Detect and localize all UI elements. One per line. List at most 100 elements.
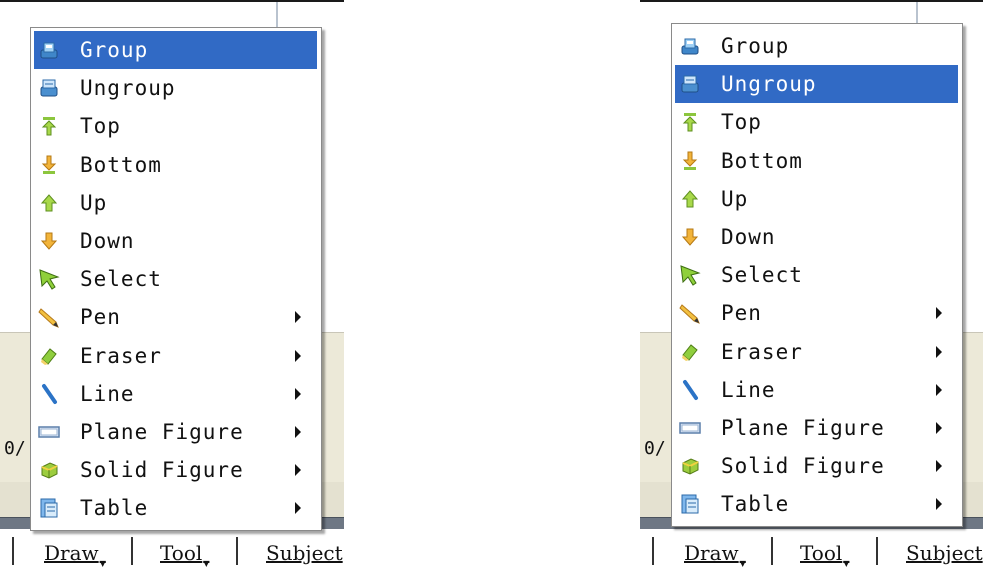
solid-figure-icon — [38, 459, 60, 481]
menu-item-label: Down — [80, 229, 135, 254]
bottom-icon — [679, 150, 701, 172]
menu-item-label: Solid Figure — [721, 454, 885, 479]
panel-left: 0/Draw▼ Tool▼ Subject Group Ungroup Top Bottom… — [0, 0, 344, 574]
menu-item-line[interactable]: Line — [34, 375, 317, 413]
menu-item-pen[interactable]: Pen — [34, 298, 317, 336]
menu-item-label: Up — [80, 190, 108, 215]
menubar-draw-label: Draw — [44, 541, 99, 565]
menu-item-label: Plane Figure — [80, 419, 244, 444]
top-icon — [679, 111, 701, 133]
group-icon — [38, 39, 60, 61]
menu-item-plane-figure[interactable]: Plane Figure — [675, 409, 958, 447]
pen-icon — [38, 306, 60, 329]
menu-item-plane-figure[interactable]: Plane Figure — [34, 413, 317, 451]
menu-item-label: Top — [721, 110, 762, 135]
submenu-arrow-icon — [295, 425, 301, 438]
menu-item-pen[interactable]: Pen — [675, 294, 958, 332]
menu-item-up[interactable]: Up — [34, 184, 317, 222]
menu-item-group[interactable]: Group — [34, 31, 317, 70]
menu-item-label: Pen — [721, 301, 762, 326]
menu-item-select[interactable]: Select — [675, 256, 958, 294]
down-icon — [38, 230, 60, 252]
menu-item-label: Bottom — [80, 152, 162, 177]
menu-item-group[interactable]: Group — [675, 27, 958, 65]
submenu-arrow-icon — [936, 421, 942, 434]
pen-icon — [679, 302, 701, 325]
menu-item-label: Pen — [80, 305, 121, 330]
bottom-icon — [38, 154, 60, 176]
menu-item-table[interactable]: Table — [34, 489, 317, 527]
menu-item-ungroup[interactable]: Ungroup — [675, 65, 958, 104]
menu-item-label: Solid Figure — [80, 458, 244, 483]
line-icon — [679, 379, 701, 401]
partial-text: 0/ — [4, 438, 26, 459]
dropdown-caret-icon: ▼ — [203, 559, 210, 568]
down-icon — [679, 226, 701, 248]
menubar-tool-label: Tool — [800, 541, 843, 565]
table-icon — [679, 493, 701, 515]
menu-item-label: Line — [721, 377, 776, 402]
menubar-draw[interactable]: Draw▼ — [684, 541, 746, 568]
menu-item-bottom[interactable]: Bottom — [34, 146, 317, 184]
menubar-subject-label: Subject — [906, 541, 983, 565]
submenu-arrow-icon — [936, 345, 942, 358]
menu-item-down[interactable]: Down — [34, 222, 317, 260]
menu-item-top[interactable]: Top — [34, 107, 317, 145]
draw-dropdown-menu: Group Ungroup Top Bottom Up Down Select Pen Eras… — [671, 23, 963, 528]
submenu-arrow-icon — [295, 387, 301, 400]
menu-item-label: Down — [721, 225, 776, 250]
menubar-draw[interactable]: Draw▼ — [44, 541, 106, 568]
menu-item-table[interactable]: Table — [675, 485, 958, 523]
menubar-draw-label: Draw — [684, 541, 739, 565]
menu-item-top[interactable]: Top — [675, 103, 958, 141]
partial-text: 0/ — [644, 438, 666, 459]
submenu-arrow-icon — [295, 349, 301, 362]
menu-item-ungroup[interactable]: Ungroup — [34, 69, 317, 107]
menubar-subject[interactable]: Subject — [266, 541, 343, 565]
menu-item-label: Select — [721, 263, 803, 288]
menubar-tool[interactable]: Tool▼ — [800, 541, 849, 568]
menu-bar: Draw▼ Tool▼ Subject — [0, 529, 344, 574]
dropdown-caret-icon: ▼ — [99, 559, 106, 568]
eraser-icon — [38, 345, 60, 367]
menu-separator — [12, 537, 14, 565]
menu-bar: Draw▼ Tool▼ Subject — [640, 529, 983, 574]
dropdown-caret-icon: ▼ — [739, 559, 746, 568]
menu-item-solid-figure[interactable]: Solid Figure — [34, 451, 317, 489]
dropdown-caret-icon: ▼ — [843, 559, 850, 568]
submenu-arrow-icon — [295, 502, 301, 515]
menu-item-label: Top — [80, 114, 121, 139]
eraser-icon — [679, 341, 701, 363]
menu-item-label: Ungroup — [721, 72, 817, 97]
ungroup-icon — [38, 77, 60, 99]
menubar-subject[interactable]: Subject — [906, 541, 983, 565]
menu-item-label: Group — [80, 38, 149, 63]
up-icon — [38, 192, 60, 214]
submenu-arrow-icon — [936, 498, 942, 511]
top-icon — [38, 115, 60, 137]
submenu-arrow-icon — [295, 311, 301, 324]
menu-item-down[interactable]: Down — [675, 218, 958, 256]
menu-item-label: Select — [80, 267, 162, 292]
menu-item-label: Ungroup — [80, 76, 176, 101]
menu-item-label: Bottom — [721, 148, 803, 173]
panel-right: 0/Draw▼ Tool▼ Subject Group Ungroup Top Bottom… — [640, 0, 983, 574]
menu-item-eraser[interactable]: Eraser — [675, 333, 958, 371]
group-icon — [679, 35, 701, 57]
menu-item-select[interactable]: Select — [34, 260, 317, 298]
menubar-subject-label: Subject — [266, 541, 343, 565]
up-icon — [679, 188, 701, 210]
menubar-tool-label: Tool — [160, 541, 203, 565]
plane-figure-icon — [679, 417, 701, 439]
select-icon — [38, 268, 60, 290]
menu-item-label: Table — [80, 496, 149, 521]
menu-item-up[interactable]: Up — [675, 180, 958, 218]
draw-dropdown-menu: Group Ungroup Top Bottom Up Down Select Pen Eras… — [30, 27, 322, 532]
submenu-arrow-icon — [295, 464, 301, 477]
menubar-tool[interactable]: Tool▼ — [160, 541, 209, 568]
menu-item-bottom[interactable]: Bottom — [675, 142, 958, 180]
menu-item-line[interactable]: Line — [675, 371, 958, 409]
menu-item-eraser[interactable]: Eraser — [34, 337, 317, 375]
menu-item-solid-figure[interactable]: Solid Figure — [675, 447, 958, 485]
menu-item-label: Plane Figure — [721, 415, 885, 440]
